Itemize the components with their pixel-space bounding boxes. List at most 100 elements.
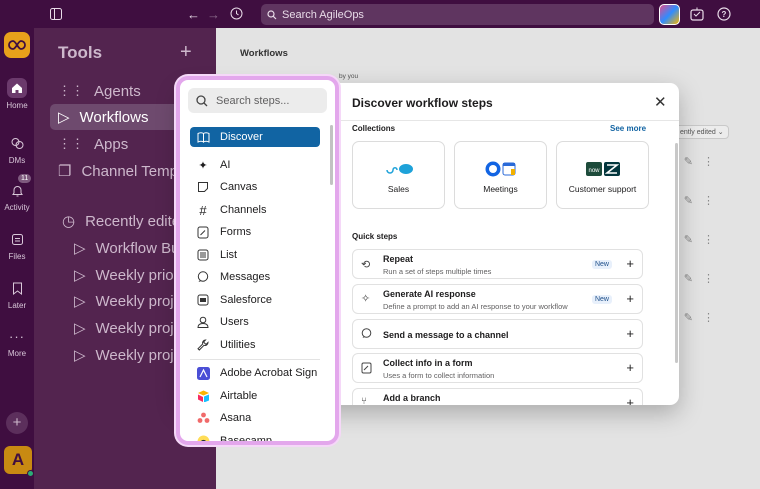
add-step-button[interactable]: + [626, 291, 634, 306]
panel-item-label: AI [220, 159, 231, 171]
panel-item-airtable[interactable]: Airtable [190, 386, 320, 406]
message-icon [196, 270, 210, 284]
quick-step-repeat[interactable]: ⟲ Repeat Run a set of steps multiple tim… [352, 249, 643, 279]
kebab-icon[interactable]: ⋮ [703, 155, 714, 168]
edit-icon[interactable]: ✎ [684, 272, 693, 285]
recent-item[interactable]: ▷ Weekly proje [74, 288, 182, 314]
agents-icon: ⋮⋮ [58, 83, 84, 98]
recent-item[interactable]: ▷ Workflow Bu [74, 235, 179, 261]
panel-item-list[interactable]: List [190, 245, 320, 265]
see-more-link[interactable]: See more [610, 124, 646, 133]
panel-item-messages[interactable]: Messages [190, 267, 320, 287]
collections-label: Collections [352, 124, 396, 133]
panel-item-asana[interactable]: Asana [190, 408, 320, 428]
page-subtitle: by you [339, 73, 359, 80]
rail-files[interactable]: Files [0, 229, 34, 261]
recent-label: Recently edited [85, 212, 189, 230]
ai-assistant-icon[interactable] [659, 4, 680, 25]
sort-dropdown[interactable]: ently edited ⌄ [675, 125, 729, 139]
sparkle-icon: ✧ [361, 293, 371, 305]
recent-item-label: Workflow Bu [95, 239, 180, 257]
step-search-input[interactable]: Search steps... [188, 88, 327, 113]
row-actions: ✎ ⋮ [684, 233, 714, 246]
page-title: Workflows [240, 48, 288, 59]
panel-item-label: Basecamp [220, 435, 272, 445]
rail-activity[interactable]: Activity 11 [0, 174, 34, 212]
history-icon[interactable] [230, 7, 243, 20]
add-step-button[interactable]: + [626, 360, 634, 375]
svg-text:?: ? [722, 10, 727, 19]
add-tool-button[interactable]: + [180, 41, 192, 64]
panel-item-label: Adobe Acrobat Sign [220, 367, 318, 379]
search-icon [196, 94, 208, 106]
quick-step-generate-ai[interactable]: ✧ Generate AI response Define a prompt t… [352, 284, 643, 314]
edit-icon[interactable]: ✎ [684, 194, 693, 207]
recent-item-label: Weekly proje [95, 292, 182, 310]
panel-item-label: Canvas [220, 181, 258, 193]
add-step-button[interactable]: + [626, 256, 634, 271]
panel-item-label: Users [220, 316, 249, 328]
user-icon [196, 315, 210, 329]
collection-meetings[interactable]: Meetings [454, 141, 547, 209]
huddle-icon[interactable] [690, 7, 704, 21]
panel-divider [190, 359, 320, 360]
asana-icon [196, 411, 210, 425]
panel-item-ai[interactable]: ✦ AI [190, 155, 320, 175]
sidebar-item-agents[interactable]: ⋮⋮ Agents [58, 78, 141, 104]
quick-step-collect-form[interactable]: Collect info in a form Uses a form to co… [352, 353, 643, 383]
sidebar-item-channel-templates[interactable]: ❐ Channel Templa [58, 158, 190, 184]
edit-icon[interactable]: ✎ [684, 155, 693, 168]
quick-step-add-branch[interactable]: ⑂ Add a branch + [352, 388, 643, 405]
forward-arrow-icon[interactable]: → [207, 7, 220, 22]
panel-item-basecamp[interactable]: Basecamp [190, 431, 320, 445]
edit-icon[interactable]: ✎ [684, 233, 693, 246]
panel-item-forms[interactable]: Forms [190, 222, 320, 242]
rail-dms[interactable]: DMs [0, 133, 34, 165]
panel-item-discover[interactable]: Discover [190, 127, 320, 147]
workflow-icon: ▷ [74, 240, 86, 257]
kebab-icon[interactable]: ⋮ [703, 194, 714, 207]
rail-activity-label: Activity [4, 203, 30, 212]
sidebar-item-apps[interactable]: ⋮⋮ Apps [58, 131, 128, 157]
add-step-button[interactable]: + [626, 326, 634, 341]
panel-item-utilities[interactable]: Utilities [190, 335, 320, 355]
kebab-icon[interactable]: ⋮ [703, 272, 714, 285]
workspace-logo-icon[interactable] [4, 32, 30, 58]
close-icon[interactable]: ✕ [654, 93, 667, 111]
sidebar-item-label: Apps [94, 135, 129, 153]
panel-item-label: Forms [220, 226, 252, 238]
panel-item-adobe-acrobat-sign[interactable]: Adobe Acrobat Sign [190, 363, 320, 383]
row-actions: ✎ ⋮ [684, 272, 714, 285]
kebab-icon[interactable]: ⋮ [703, 233, 714, 246]
panel-item-users[interactable]: Users [190, 312, 320, 332]
panel-scrollbar[interactable] [330, 125, 333, 185]
add-workspace-button[interactable]: + [6, 412, 28, 434]
collection-customer-support[interactable]: now Customer support [556, 141, 649, 209]
panel-item-canvas[interactable]: Canvas [190, 177, 320, 197]
rail-home[interactable]: Home [0, 78, 34, 110]
sidebar-item-workflows[interactable]: ▷ Workflows [58, 104, 148, 130]
rail-more[interactable]: ··· More [0, 326, 34, 359]
modal-scrollbar[interactable] [675, 143, 678, 363]
recent-item[interactable]: ▷ Weekly proje [74, 315, 182, 341]
recent-item[interactable]: ▷ Weekly prior [74, 262, 179, 288]
help-icon[interactable]: ? [717, 7, 731, 21]
panel-item-label: Salesforce [220, 294, 272, 306]
quick-step-send-message[interactable]: Send a message to a channel + [352, 319, 643, 349]
panel-item-channels[interactable]: # Channels [190, 200, 320, 220]
recent-item[interactable]: ▷ Weekly proje [74, 342, 182, 368]
collection-sales[interactable]: Sales [352, 141, 445, 209]
home-icon [7, 78, 27, 98]
add-step-button[interactable]: + [626, 395, 634, 405]
edit-icon[interactable]: ✎ [684, 311, 693, 324]
rail-more-label: More [7, 349, 27, 358]
back-arrow-icon[interactable]: ← [187, 7, 200, 22]
hash-icon: # [199, 202, 207, 218]
panel-item-salesforce[interactable]: Salesforce [190, 290, 320, 310]
rail-later[interactable]: Later [0, 278, 34, 310]
sidebar-toggle-icon[interactable] [50, 8, 62, 20]
wrench-icon [196, 338, 210, 352]
workflow-icon: ▷ [74, 293, 86, 310]
kebab-icon[interactable]: ⋮ [703, 311, 714, 324]
search-bar[interactable]: Search AgileOps [261, 4, 654, 25]
